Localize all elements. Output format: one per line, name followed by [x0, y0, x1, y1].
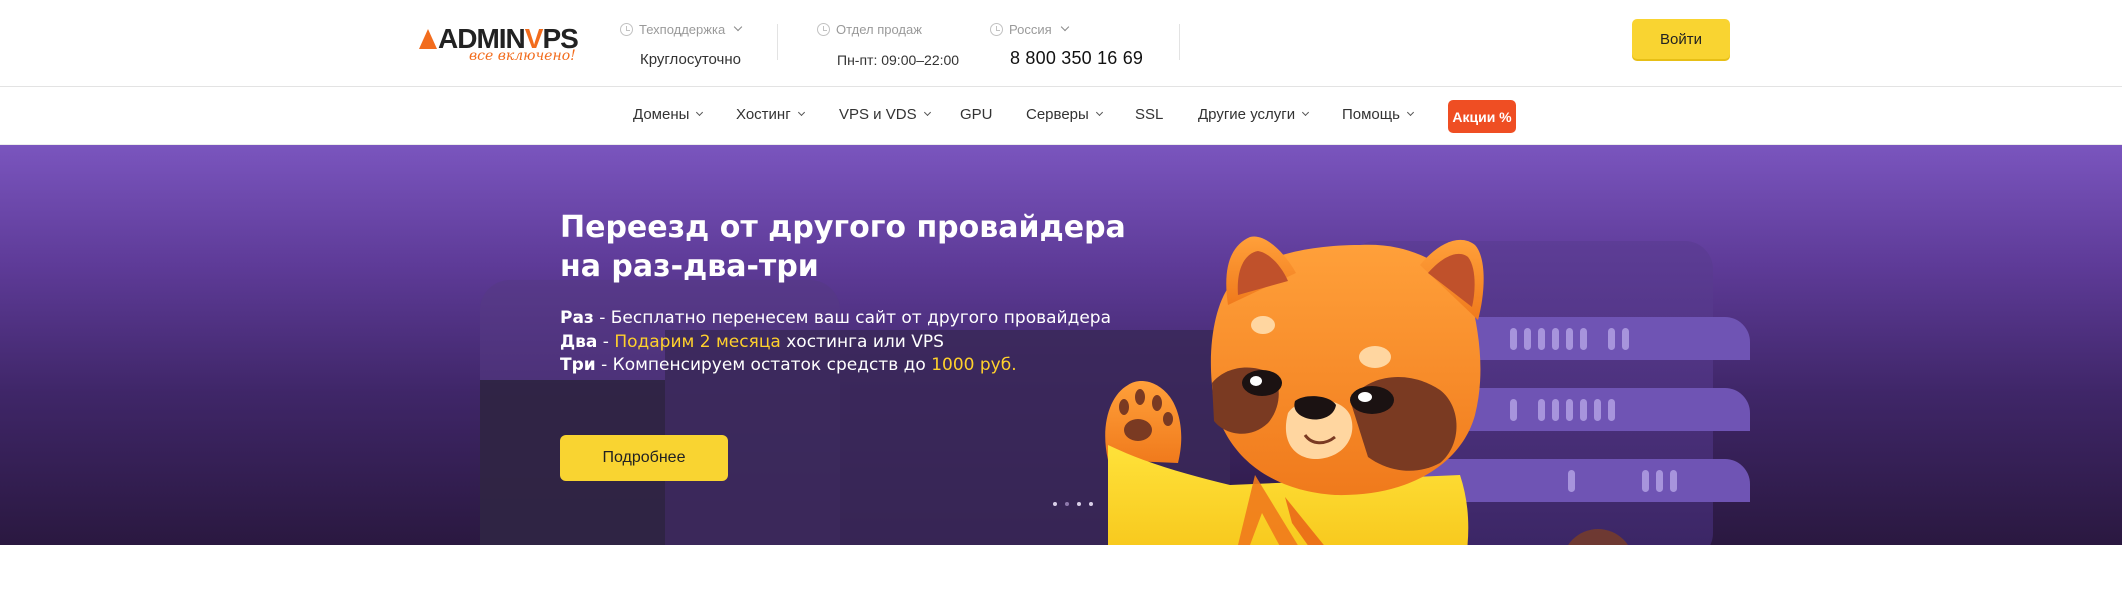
- nav-item-label: Помощь: [1342, 106, 1400, 123]
- hero-title-line-2: на раз-два-три: [560, 249, 819, 284]
- benefit-key: Два: [560, 331, 598, 352]
- benefit-separator: -: [597, 331, 615, 352]
- region-selector[interactable]: Россия: [990, 20, 1143, 38]
- clock-icon: [620, 22, 633, 36]
- nav-item-label: Домены: [633, 106, 690, 123]
- page-content-start: [0, 545, 2122, 589]
- clock-icon: [817, 22, 830, 36]
- logo-a-triangle-icon: [419, 29, 437, 49]
- sales-label: Отдел продаж: [836, 21, 922, 37]
- hero-benefits: Раз - Бесплатно перенесем ваш сайт от др…: [560, 307, 1111, 378]
- fox-eye: [1242, 370, 1282, 396]
- benefit-highlight: 1000 руб.: [931, 355, 1017, 375]
- nav-item-help[interactable]: Помощь: [1342, 106, 1414, 123]
- region-contact[interactable]: Россия 8 800 350 16 69: [990, 20, 1143, 69]
- hero-banner: Переезд от другого провайдера на раз-два…: [0, 145, 2122, 545]
- nav-item-label: GPU: [960, 106, 993, 123]
- promo-button[interactable]: Акции %: [1448, 100, 1516, 133]
- benefit-text: Компенсируем остаток средств до: [612, 355, 932, 375]
- chevron-down-icon: [1095, 108, 1103, 117]
- benefit-key: Три: [560, 355, 596, 375]
- benefit-separator: -: [595, 355, 613, 375]
- nav-item-domains[interactable]: Домены: [633, 106, 704, 123]
- main-nav: Домены Хостинг VPS и VDS GPU Серверы SSL…: [0, 88, 2122, 145]
- chevron-down-icon: [797, 108, 805, 117]
- carousel-dot[interactable]: [1077, 502, 1081, 506]
- sales-label-row: Отдел продаж: [817, 20, 959, 38]
- benefit-text: хостинга или VPS: [780, 331, 944, 352]
- hero-title-line-1: Переезд от другого провайдера: [560, 210, 1126, 245]
- login-button[interactable]: Войти: [1632, 19, 1730, 59]
- chevron-down-icon: [923, 108, 931, 117]
- benefit-line-1: Раз - Бесплатно перенесем ваш сайт от др…: [560, 307, 1111, 331]
- region-label: Россия: [1009, 21, 1052, 37]
- carousel-dots: [1053, 502, 1093, 506]
- carousel-dot[interactable]: [1065, 502, 1069, 506]
- nav-item-label: VPS и VDS: [839, 106, 917, 123]
- fox-mascot-illustration: [1105, 236, 1484, 545]
- carousel-dot[interactable]: [1053, 502, 1057, 506]
- nav-item-label: Хостинг: [736, 106, 791, 123]
- phone-number[interactable]: 8 800 350 16 69: [990, 48, 1143, 69]
- chevron-down-icon: [733, 22, 743, 32]
- chevron-down-icon: [1406, 108, 1414, 117]
- support-label-row[interactable]: Техподдержка: [620, 20, 743, 38]
- logo-slogan: все включено!: [469, 48, 576, 64]
- sales-contact: Отдел продаж Пн-пт: 09:00–22:00: [817, 20, 959, 68]
- support-hours: Круглосуточно: [640, 51, 741, 68]
- support-label: Техподдержка: [639, 21, 726, 37]
- benefit-text: Бесплатно перенесем ваш сайт от другого …: [610, 308, 1111, 328]
- header-divider: [1179, 24, 1180, 60]
- nav-item-label: SSL: [1135, 106, 1164, 123]
- fox-eye: [1350, 386, 1394, 414]
- top-header: ADMINVPS все включено! Техподдержка Круг…: [0, 0, 2122, 87]
- adminvps-logo[interactable]: ADMINVPS все включено!: [419, 22, 584, 66]
- benefit-line-3: Три - Компенсируем остаток средств до 10…: [560, 354, 1111, 378]
- nav-item-servers[interactable]: Серверы: [1026, 106, 1103, 123]
- chevron-down-icon: [696, 108, 704, 117]
- nav-item-label: Другие услуги: [1198, 106, 1296, 123]
- benefit-key: Раз: [560, 308, 594, 328]
- benefit-separator: -: [593, 308, 611, 328]
- support-contact[interactable]: Техподдержка Круглосуточно: [620, 20, 743, 68]
- more-details-button[interactable]: Подробнее: [560, 435, 728, 481]
- nav-item-hosting[interactable]: Хостинг: [736, 106, 805, 123]
- benefit-highlight: Подарим 2 месяца: [614, 331, 781, 352]
- chevron-down-icon: [1302, 108, 1310, 117]
- nav-item-gpu[interactable]: GPU: [960, 106, 993, 123]
- nav-item-vps-vds[interactable]: VPS и VDS: [839, 106, 931, 123]
- nav-item-label: Серверы: [1026, 106, 1089, 123]
- sales-hours: Пн-пт: 09:00–22:00: [837, 52, 960, 68]
- clock-icon: [990, 22, 1003, 36]
- benefit-line-2: Два - Подарим 2 месяца хостинга или VPS: [560, 331, 1111, 355]
- nav-item-ssl[interactable]: SSL: [1135, 106, 1163, 123]
- chevron-down-icon: [1060, 22, 1069, 32]
- carousel-dot[interactable]: [1089, 502, 1093, 506]
- nav-item-other-services[interactable]: Другие услуги: [1198, 106, 1310, 123]
- hero-title: Переезд от другого провайдера на раз-два…: [560, 208, 1126, 286]
- header-divider: [777, 24, 778, 60]
